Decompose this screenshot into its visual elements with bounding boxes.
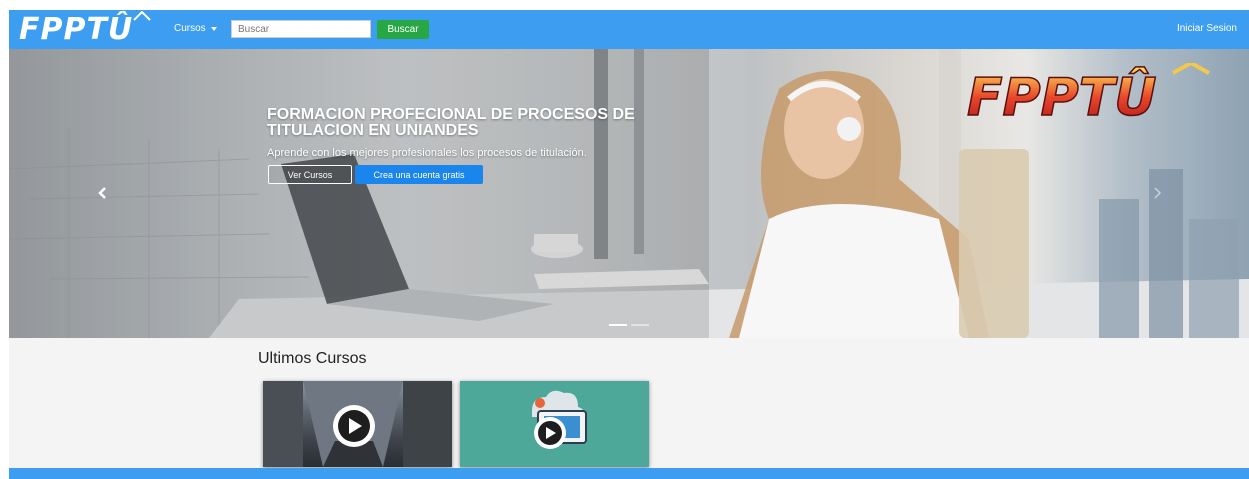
course-thumbnail bbox=[532, 390, 587, 449]
navbar: FPPTÛ Cursos Buscar Iniciar Sesion bbox=[9, 10, 1249, 49]
footer-bar bbox=[9, 468, 1249, 479]
brand-logo[interactable]: FPPTÛ bbox=[19, 11, 151, 47]
caret-down-icon bbox=[210, 26, 217, 31]
hero-brand-logo-text: FPPTÛ bbox=[967, 67, 1156, 121]
hero-title: FORMACION PROFECIONAL DE PROCESOS DE TIT… bbox=[267, 106, 635, 139]
play-icon bbox=[333, 405, 375, 447]
login-link[interactable]: Iniciar Sesion bbox=[1177, 23, 1237, 34]
chevron-right-icon[interactable] bbox=[1149, 185, 1165, 201]
carousel-indicators bbox=[609, 324, 649, 326]
play-icon bbox=[534, 417, 566, 449]
course-card[interactable] bbox=[460, 381, 649, 467]
hero-carousel: FPPTÛ FORMACION PROFECIONAL DE PROCESOS … bbox=[9, 49, 1249, 338]
course-card[interactable] bbox=[263, 381, 452, 467]
latest-courses-title: Ultimos Cursos bbox=[258, 350, 367, 367]
search-button[interactable]: Buscar bbox=[377, 20, 429, 39]
create-account-button[interactable]: Crea una cuenta gratis bbox=[355, 165, 483, 184]
carousel-indicator[interactable] bbox=[631, 324, 649, 326]
course-thumbnail bbox=[263, 381, 452, 467]
hero-brand-logo: FPPTÛ bbox=[966, 63, 1210, 121]
view-courses-button[interactable]: Ver Cursos bbox=[268, 165, 352, 184]
courses-dropdown-label: Cursos bbox=[174, 23, 206, 34]
courses-dropdown[interactable]: Cursos bbox=[174, 23, 217, 34]
page-frame: FPPTÛ Cursos Buscar Iniciar Sesion bbox=[9, 10, 1249, 479]
chevron-left-icon[interactable] bbox=[95, 185, 111, 201]
carousel-indicator[interactable] bbox=[609, 324, 627, 326]
hero-subtitle: Aprende con los mejores profesionales lo… bbox=[267, 147, 587, 159]
house-roof-icon bbox=[133, 11, 151, 21]
search-input[interactable] bbox=[231, 20, 371, 38]
brand-logo-text: FPPTÛ bbox=[19, 12, 134, 47]
